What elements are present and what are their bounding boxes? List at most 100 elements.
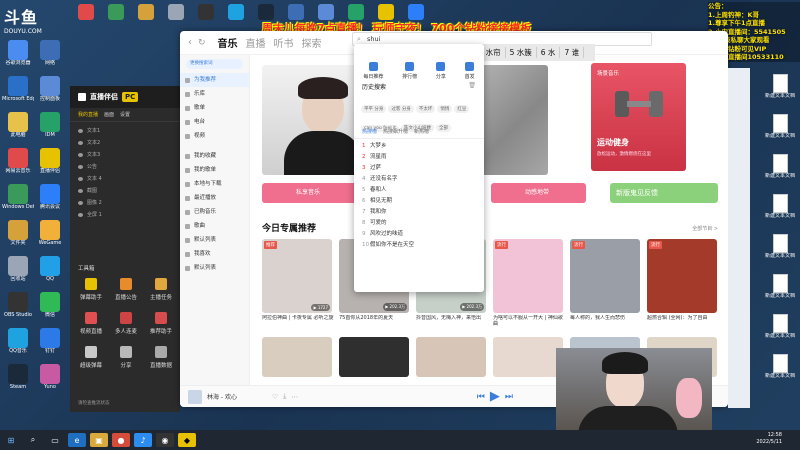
desktop-icon[interactable]: 微信 (34, 292, 66, 318)
obs-taskbar-icon[interactable]: ◉ (156, 433, 174, 447)
dropdown-tool[interactable]: 分享 (436, 62, 446, 80)
taskbar-app-icon[interactable] (70, 4, 102, 20)
eye-icon[interactable] (78, 165, 83, 169)
desktop-icon[interactable]: 谷歌浏览器 (2, 40, 34, 66)
sidebar-item[interactable]: 我的收藏 (180, 149, 249, 163)
recommend-card[interactable] (262, 337, 332, 377)
taskview-icon[interactable]: ▭ (46, 433, 64, 447)
document-icon[interactable]: 新建文本文档 (764, 274, 796, 299)
start-icon[interactable]: ⊞ (2, 433, 20, 447)
document-icon[interactable]: 新建文本文档 (764, 314, 796, 339)
scene-item[interactable]: 文本3 (70, 149, 180, 161)
scene-item[interactable]: 文本2 (70, 137, 180, 149)
hot-item[interactable]: 1 大梦乡 (354, 141, 484, 152)
eye-icon[interactable] (78, 189, 83, 193)
tool-2[interactable]: 主播任务 (144, 278, 178, 301)
search-taskbar-icon[interactable]: ⌕ (24, 433, 42, 447)
tab-screen[interactable]: 画面 (104, 111, 114, 118)
tab-explore[interactable]: 探索 (302, 35, 322, 50)
tab-my-live[interactable]: 我的直播 (78, 111, 98, 118)
chrome-icon[interactable]: ● (112, 433, 130, 447)
banner-feature[interactable]: 场景音乐 运动健身 放松运动，激情燃烧在这里 (591, 63, 686, 171)
tool-4[interactable]: 多人连麦 (109, 312, 143, 335)
shortcut-new[interactable]: 新版鬼见反馈 (610, 183, 718, 203)
hot-item[interactable]: 4 还没有名字 (354, 174, 484, 185)
eye-icon[interactable] (78, 141, 83, 145)
taskbar-app-icon[interactable] (340, 4, 372, 20)
sidebar-item[interactable]: 歌单 (180, 101, 249, 115)
desktop-icon[interactable]: 网络 (34, 40, 66, 66)
eye-icon[interactable] (78, 177, 83, 181)
desktop-icon[interactable]: 钉钉 (34, 328, 66, 354)
dropdown-tool[interactable]: 排行榜 (402, 62, 417, 80)
sidebar-item[interactable]: 我的歌单 (180, 163, 249, 177)
tab-books[interactable]: 听书 (274, 35, 294, 50)
recommend-card[interactable]: 流行 (647, 239, 717, 313)
card-caption[interactable]: 75首你从2018年的夏天 (339, 315, 411, 327)
desktop-icon[interactable]: QQ (34, 256, 66, 282)
sidebar-item[interactable]: 默认列表 (180, 261, 249, 275)
shortcut-lyrics[interactable]: 私享音乐 (262, 183, 357, 203)
dropdown-tool[interactable]: 首发 (465, 62, 475, 80)
taskbar-app-icon[interactable] (190, 4, 222, 20)
hot-tab[interactable]: 热搜榜 (362, 128, 377, 135)
sidebar-item[interactable]: 已购音乐 (180, 205, 249, 219)
sidebar-item[interactable]: 视频 (180, 129, 249, 143)
music-taskbar-icon[interactable]: ♪ (134, 433, 152, 447)
document-icon[interactable]: 新建文本文档 (764, 194, 796, 219)
more-icon[interactable]: ⋯ (291, 393, 298, 401)
see-all-link[interactable]: 全部节目 > (692, 225, 718, 232)
sidebar-search-chip[interactable]: 更换搜索词 (186, 59, 243, 69)
sidebar-item[interactable]: 我喜欢 (180, 247, 249, 261)
hot-item[interactable]: 6 相见无期 (354, 196, 484, 207)
tool-3[interactable]: 视频直播 (74, 312, 108, 335)
sidebar-item[interactable]: 最近播放 (180, 191, 249, 205)
scene-item[interactable]: 全屏 1 (70, 209, 180, 221)
taskbar-app-icon[interactable] (400, 4, 432, 20)
card-caption[interactable]: 为啥可以不服从一开大 | 神仙歌曲 (493, 315, 565, 327)
eye-icon[interactable] (78, 201, 83, 205)
desktop-icon[interactable]: 直播伴侣 (34, 148, 66, 174)
companion-taskbar-icon[interactable]: ◆ (178, 433, 196, 447)
tab-settings[interactable]: 设置 (120, 111, 130, 118)
suggestion-tab[interactable]: 5 水簇 (506, 47, 537, 58)
suggestion-tab[interactable]: 7 谁 (560, 47, 585, 58)
play-icon[interactable]: ▶ (490, 389, 500, 404)
desktop-icon[interactable]: Yuno (34, 364, 66, 390)
document-icon[interactable]: 新建文本文档 (764, 114, 796, 139)
taskbar-app-icon[interactable] (370, 4, 402, 20)
sidebar-item[interactable]: 默认列表 (180, 233, 249, 247)
explorer-icon[interactable]: ▣ (90, 433, 108, 447)
eye-icon[interactable] (78, 213, 83, 217)
suggestion-tab[interactable]: 6 水 (537, 47, 561, 58)
recommend-card[interactable]: 流行 (493, 239, 563, 313)
eye-icon[interactable] (78, 129, 83, 133)
recommend-card[interactable] (416, 337, 486, 377)
card-caption[interactable]: 超燃合辑 (全网)：为了自由 (647, 315, 719, 327)
hot-item[interactable]: 3 过萨 (354, 163, 484, 174)
desktop-icon[interactable]: Windows Defender (2, 184, 34, 210)
hot-item[interactable]: 8 可爱的 (354, 218, 484, 229)
back-icon[interactable]: ‹ (188, 37, 192, 48)
scene-item[interactable]: 文本1 (70, 125, 180, 137)
prev-icon[interactable]: ⏮ (477, 392, 485, 402)
scene-item[interactable]: 图像 2 (70, 197, 180, 209)
card-caption[interactable]: 阿拉伯神曲 | 卡夜专属 必听之旋 (262, 315, 334, 327)
refresh-icon[interactable]: ↻ (198, 38, 206, 48)
desktop-icon[interactable]: 文件夹 (2, 220, 34, 246)
taskbar-app-icon[interactable] (250, 4, 282, 20)
sidebar-item[interactable]: 为我推荐 (180, 73, 249, 87)
tool-6[interactable]: 超级弹幕 (74, 346, 108, 369)
desktop-icon[interactable]: 控制面板 (34, 76, 66, 102)
hot-item[interactable]: 10假如你不是在天空 (354, 240, 484, 251)
album-art[interactable] (188, 389, 202, 404)
history-chip[interactable]: 红豆 (454, 105, 470, 113)
desktop-icon[interactable]: QQ音乐 (2, 328, 34, 354)
sidebar-item[interactable]: 本地与下载 (180, 177, 249, 191)
clock[interactable]: 12:58 2022/5/11 (756, 432, 782, 446)
taskbar-app-icon[interactable] (310, 4, 342, 20)
tool-8[interactable]: 直播数据 (144, 346, 178, 369)
sidebar-item[interactable]: 电台 (180, 115, 249, 129)
hot-item[interactable]: 5 春和人 (354, 185, 484, 196)
download-icon[interactable]: ⤓ (283, 392, 286, 401)
